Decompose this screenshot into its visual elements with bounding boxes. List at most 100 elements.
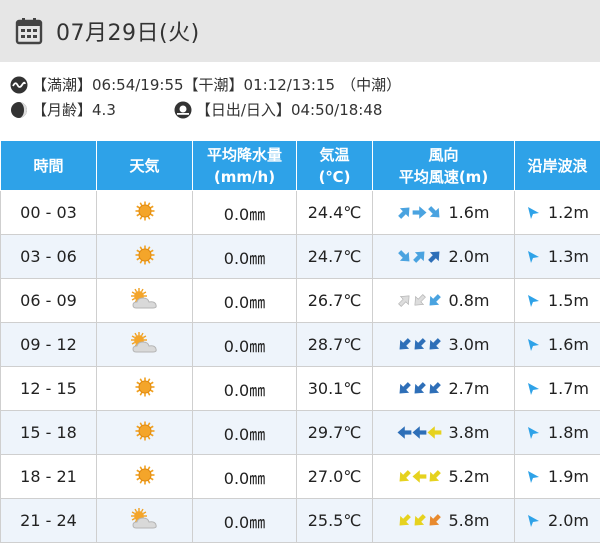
tide-wave-icon [10, 76, 28, 94]
col-weather: 天気 [97, 141, 193, 191]
wind-cell: 2.7m [373, 367, 515, 411]
wave-cell: 1.9m [515, 455, 600, 499]
wave-height: 1.8m [548, 423, 589, 442]
sun-cloud-icon [129, 287, 161, 311]
wave-direction-icon [526, 514, 540, 528]
wave-cell: 1.8m [515, 411, 600, 455]
sunny-icon [134, 244, 156, 266]
wind-arrow-icon [427, 381, 442, 396]
table-row: 12 - 15 0.0㎜ 30.1℃ 2.7m 1.7m [1, 367, 600, 411]
time-cell: 18 - 21 [1, 455, 97, 499]
wind-arrow-icon [412, 469, 427, 484]
wind-arrow-icon [412, 513, 427, 528]
wave-direction-icon [526, 338, 540, 352]
rain-cell: 0.0㎜ [193, 367, 297, 411]
moon-age-value: 4.3 [92, 101, 116, 119]
wind-arrow-icon [427, 513, 442, 528]
sun-cloud-icon [129, 331, 161, 355]
col-temp: 気温(℃) [297, 141, 373, 191]
wave-height: 2.0m [548, 511, 589, 530]
wind-speed: 5.8m [448, 511, 489, 530]
table-row: 00 - 03 0.0㎜ 24.4℃ 1.6m 1.2m [1, 191, 600, 235]
time-cell: 06 - 09 [1, 279, 97, 323]
weather-cell [97, 323, 193, 367]
moon-sun-row: 【月齢】 4.3 【日出/日入】 04:50/18:48 [10, 97, 600, 122]
moon-age-label: 【月齢】 [32, 99, 92, 120]
wave-height: 1.9m [548, 467, 589, 486]
low-tide-label: 【干潮】 [184, 74, 244, 95]
wave-cell: 1.5m [515, 279, 600, 323]
wind-cell: 5.2m [373, 455, 515, 499]
wind-arrow-icon [427, 293, 442, 308]
wave-direction-icon [526, 206, 540, 220]
wind-arrow-icon [397, 381, 412, 396]
time-cell: 21 - 24 [1, 499, 97, 543]
wind-cell: 5.8m [373, 499, 515, 543]
col-wave: 沿岸波浪 [515, 141, 600, 191]
table-row: 06 - 09 0.0㎜ 26.7℃ 0.8m 1.5m [1, 279, 600, 323]
rain-cell: 0.0㎜ [193, 323, 297, 367]
wind-arrow-icon [397, 425, 412, 440]
wind-cell: 3.8m [373, 411, 515, 455]
wave-direction-icon [526, 470, 540, 484]
table-header-row: 時間 天気 平均降水量(mm/h) 気温(℃) 風向平均風速(m) 沿岸波浪 [1, 141, 600, 191]
sunny-icon [134, 376, 156, 398]
wave-height: 1.3m [548, 247, 589, 266]
weather-cell [97, 279, 193, 323]
wave-direction-icon [526, 426, 540, 440]
time-cell: 03 - 06 [1, 235, 97, 279]
table-row: 18 - 21 0.0㎜ 27.0℃ 5.2m 1.9m [1, 455, 600, 499]
wind-arrow-icon [412, 293, 427, 308]
wave-cell: 1.2m [515, 191, 600, 235]
col-time: 時間 [1, 141, 97, 191]
date-label: 07月29日(火) [56, 15, 200, 47]
rain-cell: 0.0㎜ [193, 455, 297, 499]
temp-cell: 25.5℃ [297, 499, 373, 543]
sun-label: 【日出/日入】 [196, 99, 291, 120]
temp-cell: 30.1℃ [297, 367, 373, 411]
calendar-icon [14, 16, 44, 46]
wind-arrow-icon [397, 469, 412, 484]
rain-cell: 0.0㎜ [193, 499, 297, 543]
wind-arrow-icon [397, 293, 412, 308]
wind-arrow-icon [427, 249, 442, 264]
wind-speed: 0.8m [448, 291, 489, 310]
wave-height: 1.2m [548, 203, 589, 222]
high-tide-label: 【満潮】 [32, 74, 92, 95]
wind-arrow-icon [412, 337, 427, 352]
temp-cell: 28.7℃ [297, 323, 373, 367]
table-row: 09 - 12 0.0㎜ 28.7℃ 3.0m 1.6m [1, 323, 600, 367]
wave-direction-icon [526, 250, 540, 264]
temp-cell: 27.0℃ [297, 455, 373, 499]
wind-speed: 3.8m [448, 423, 489, 442]
wind-arrow-icon [412, 249, 427, 264]
time-cell: 12 - 15 [1, 367, 97, 411]
wind-arrow-icon [427, 337, 442, 352]
high-tide-value: 06:54/19:55 [92, 76, 184, 94]
sun-cloud-icon [129, 507, 161, 531]
time-cell: 15 - 18 [1, 411, 97, 455]
col-rain: 平均降水量(mm/h) [193, 141, 297, 191]
wave-height: 1.6m [548, 335, 589, 354]
wind-arrow-icon [397, 249, 412, 264]
wind-speed: 5.2m [448, 467, 489, 486]
rain-cell: 0.0㎜ [193, 279, 297, 323]
tide-info: 【満潮】 06:54/19:55 【干潮】 01:12/13:15 （中潮） 【… [0, 62, 600, 140]
sun-value: 04:50/18:48 [291, 101, 383, 119]
temp-cell: 24.4℃ [297, 191, 373, 235]
wave-cell: 1.7m [515, 367, 600, 411]
sunny-icon [134, 200, 156, 222]
wind-arrow-icon [412, 381, 427, 396]
wave-cell: 2.0m [515, 499, 600, 543]
wave-height: 1.5m [548, 291, 589, 310]
wind-arrow-icon [397, 205, 412, 220]
wind-arrow-icon [397, 337, 412, 352]
wind-speed: 2.7m [448, 379, 489, 398]
time-cell: 00 - 03 [1, 191, 97, 235]
temp-cell: 26.7℃ [297, 279, 373, 323]
sunrise-icon [174, 101, 192, 119]
rain-cell: 0.0㎜ [193, 235, 297, 279]
sunny-icon [134, 420, 156, 442]
wind-arrow-icon [427, 469, 442, 484]
weather-cell [97, 411, 193, 455]
